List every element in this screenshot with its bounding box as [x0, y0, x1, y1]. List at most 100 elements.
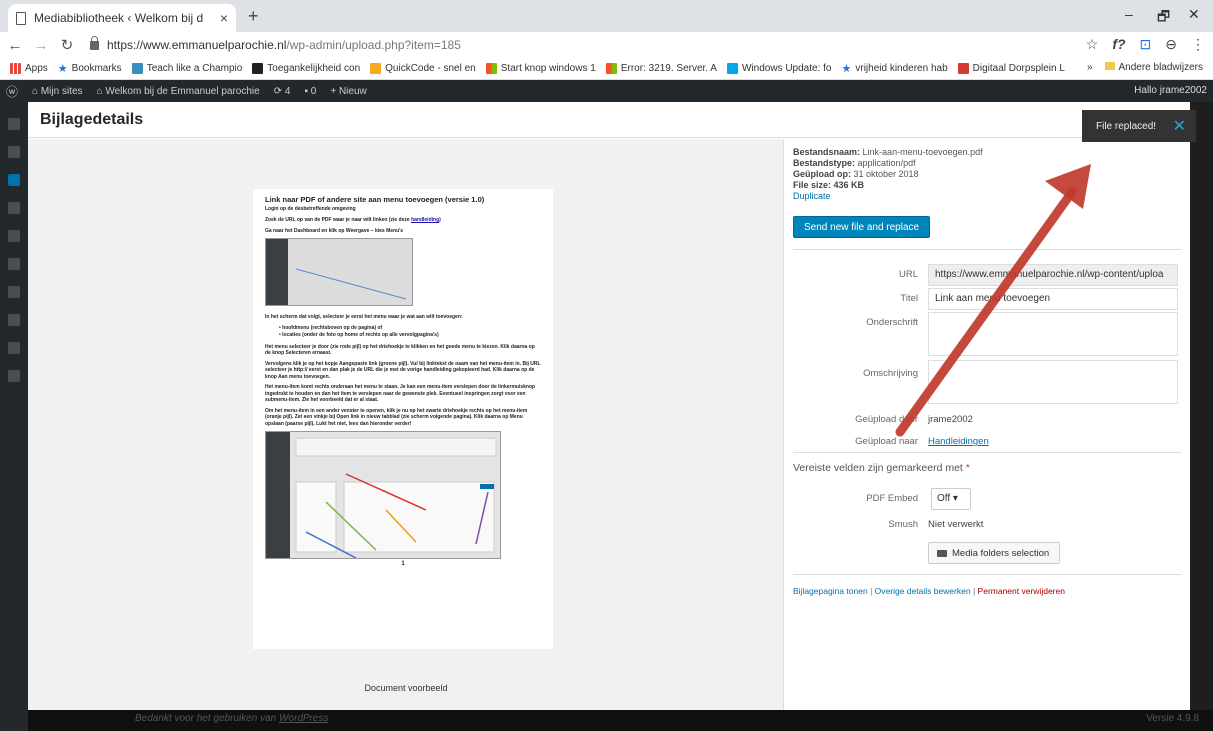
- appearance-icon[interactable]: [8, 258, 20, 270]
- file-meta: Bestandsnaam: Link-aan-menu-toevoegen.pd…: [793, 147, 983, 201]
- pdf-screenshot-dashboard: [265, 238, 413, 306]
- pdf-paragraph: Vervolgens klik je op het kopje Aangepas…: [265, 360, 541, 380]
- pdf-page: Link naar PDF of andere site aan menu to…: [253, 189, 553, 649]
- formula-extension-icon[interactable]: f?: [1112, 36, 1125, 53]
- comments-icon[interactable]: [8, 230, 20, 242]
- divider: [793, 249, 1181, 250]
- pdf-screenshot-menus: [265, 431, 501, 559]
- url-field[interactable]: https://www.emmanuelparochie.nl/wp-conte…: [928, 264, 1178, 286]
- my-sites-link[interactable]: ⌂ Mijn sites: [32, 86, 83, 97]
- bookmark-dorpsplein[interactable]: Digitaal Dorpsplein L: [957, 63, 1065, 74]
- close-notification-icon[interactable]: ✕: [1173, 116, 1186, 136]
- bookmark-teach[interactable]: Teach like a Champio: [131, 63, 242, 74]
- pdf-page-number: 1: [401, 561, 405, 567]
- attachment-details-modal: Bijlagedetails Link naar PDF of andere s…: [28, 102, 1190, 710]
- menu-icon[interactable]: ⋮: [1191, 36, 1205, 53]
- other-bookmarks-folder[interactable]: Andere bladwijzers: [1104, 62, 1203, 73]
- caption-field[interactable]: [928, 312, 1178, 356]
- bookmark-vrijheid[interactable]: ★ vrijheid kinderen hab: [841, 62, 947, 75]
- duplicate-link[interactable]: Duplicate: [793, 191, 831, 201]
- pdf-subheading: Login op de desbetreffende omgeving: [265, 206, 356, 212]
- bookmark-toegankelijkheid[interactable]: Toegankelijkheid con: [252, 63, 360, 74]
- title-field[interactable]: Link aan menu toevoegen: [928, 288, 1178, 310]
- bookmark-windows-update[interactable]: Windows Update: fo: [726, 63, 831, 74]
- pdf-paragraph: Het menu-item komt rechts onderaan het m…: [265, 384, 536, 403]
- modal-header: Bijlagedetails: [28, 102, 1190, 138]
- posts-icon[interactable]: [8, 146, 20, 158]
- maximize-button[interactable]: 🗗: [1157, 6, 1170, 30]
- apps-grid-icon: [10, 63, 21, 74]
- upload-date: 31 oktober 2018: [853, 169, 919, 179]
- pdf-paragraph: Om het menu-item in een ander venster te…: [265, 407, 528, 427]
- star-icon[interactable]: ☆: [1086, 36, 1099, 53]
- windows-logo-icon: [485, 63, 497, 74]
- smush-value: Niet verwerkt: [928, 519, 984, 530]
- file-replaced-notification: File replaced! ✕: [1082, 110, 1196, 142]
- uploaded-to-label: Geüpload naar: [855, 436, 918, 447]
- reload-icon[interactable]: ↻: [56, 36, 78, 54]
- description-field[interactable]: [928, 360, 1178, 404]
- user-greeting[interactable]: Hallo jrame2002: [1134, 85, 1207, 96]
- attachment-details-panel: Bestandsnaam: Link-aan-menu-toevoegen.pd…: [793, 139, 1181, 710]
- delete-permanently-link[interactable]: Permanent verwijderen: [978, 586, 1065, 596]
- bookmark-favicon: [252, 63, 264, 74]
- wordpress-logo-icon[interactable]: ⓦ: [6, 83, 18, 100]
- uploaded-to-value: Handleidingen: [928, 436, 989, 447]
- edit-details-link[interactable]: Overige details bewerken: [875, 586, 971, 596]
- wp-version: Versie 4.9.8: [1146, 713, 1199, 724]
- forward-arrow-icon[interactable]: →: [30, 37, 52, 54]
- divider: [793, 452, 1181, 453]
- description-label: Omschrijving: [863, 368, 918, 379]
- dashboard-icon[interactable]: [8, 118, 20, 130]
- tools-icon[interactable]: [8, 342, 20, 354]
- cast-extension-icon[interactable]: ⊡: [1140, 36, 1152, 53]
- bookmark-apps[interactable]: Apps: [10, 63, 48, 74]
- back-arrow-icon[interactable]: ←: [4, 37, 26, 54]
- wp-footer: Bedankt voor het gebruiken van WordPress…: [28, 710, 1213, 731]
- uploaded-to-link[interactable]: Handleidingen: [928, 436, 989, 447]
- file-size: 436 KB: [833, 180, 865, 190]
- bookmark-bookmarks[interactable]: ★ Bookmarks: [58, 62, 122, 75]
- users-icon[interactable]: [8, 314, 20, 326]
- comments-link[interactable]: ▪ 0: [304, 86, 316, 97]
- more-bookmarks-button[interactable]: »: [1087, 62, 1093, 73]
- windows-logo-icon: [605, 63, 617, 74]
- sites-icon: ⌂: [32, 85, 41, 97]
- pdf-embed-label: PDF Embed: [866, 493, 918, 504]
- updates-link[interactable]: ⟳ 4: [274, 86, 291, 97]
- notification-text: File replaced!: [1096, 120, 1157, 132]
- modal-title: Bijlagedetails: [40, 111, 144, 128]
- plugins-icon[interactable]: [8, 286, 20, 298]
- replace-file-button[interactable]: Send new file and replace: [793, 216, 931, 238]
- smush-label: Smush: [888, 519, 918, 530]
- lock-icon: [90, 35, 99, 50]
- close-window-button[interactable]: ✕: [1188, 6, 1200, 23]
- new-tab-button[interactable]: +: [248, 6, 259, 27]
- folder-icon: [1104, 62, 1115, 70]
- file-name: Link-aan-menu-toevoegen.pdf: [862, 147, 983, 157]
- url-text: https://www.emmanuelparochie.nl/wp-admin…: [107, 38, 461, 52]
- bookmark-error[interactable]: Error: 3219. Server. A: [605, 63, 717, 74]
- wp-admin-bar: ⓦ ⌂ Mijn sites ⌂ Welkom bij de Emmanuel …: [0, 80, 1213, 102]
- new-content-link[interactable]: + Nieuw: [330, 86, 366, 97]
- bookmark-startknop[interactable]: Start knop windows 1: [485, 63, 596, 74]
- browser-tab-strip: Mediabibliotheek ‹ Welkom bij d × + – 🗗 …: [0, 0, 1213, 32]
- media-folders-button[interactable]: Media folders selection: [928, 542, 1060, 564]
- pages-icon[interactable]: [8, 202, 20, 214]
- pdf-embed-select[interactable]: Off ▾: [931, 488, 971, 510]
- media-icon[interactable]: [8, 174, 20, 186]
- address-bar[interactable]: https://www.emmanuelparochie.nl/wp-admin…: [90, 32, 1070, 58]
- profile-icon[interactable]: ⊖: [1165, 36, 1177, 53]
- view-attachment-link[interactable]: Bijlagepagina tonen: [793, 586, 868, 596]
- pdf-list-item: • locaties (onder de foto op home of rec…: [279, 331, 439, 338]
- site-name-link[interactable]: ⌂ Welkom bij de Emmanuel parochie: [97, 86, 260, 97]
- minimize-button[interactable]: –: [1125, 6, 1133, 22]
- toolbar-extensions: ☆ f? ⊡ ⊖ ⋮: [1086, 36, 1213, 53]
- close-tab-icon[interactable]: ×: [220, 10, 228, 26]
- wordpress-link[interactable]: WordPress: [279, 713, 328, 724]
- settings-icon[interactable]: [8, 370, 20, 382]
- folder-icon: [937, 549, 947, 557]
- browser-tab[interactable]: Mediabibliotheek ‹ Welkom bij d ×: [8, 4, 236, 32]
- bookmark-quickcode[interactable]: QuickCode - snel en: [370, 63, 476, 74]
- url-label: URL: [898, 269, 918, 280]
